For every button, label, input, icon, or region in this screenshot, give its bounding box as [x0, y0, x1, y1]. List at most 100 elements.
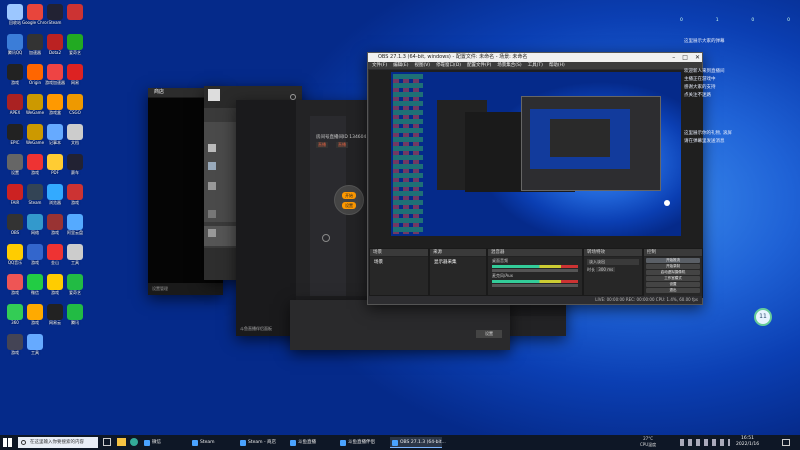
notification-center-icon[interactable] — [782, 439, 790, 446]
obs-window[interactable]: OBS 27.1.3 (64-bit, windows) - 配置文件: 未命名… — [367, 52, 703, 305]
desktop-icon[interactable]: 爱奇艺 — [62, 274, 88, 306]
weather-widget[interactable]: 11 — [754, 308, 772, 326]
minimize-icon[interactable]: – — [672, 54, 675, 61]
obs-preview[interactable] — [369, 70, 703, 248]
add-icon[interactable] — [322, 234, 330, 242]
desktop-icon[interactable] — [62, 4, 88, 36]
notification-line: 感谢大家的支持 — [684, 85, 716, 90]
app-icon — [47, 274, 63, 290]
app-icon — [7, 64, 23, 80]
app-icon — [27, 184, 43, 200]
volume-slider[interactable] — [492, 284, 578, 287]
app-icon — [67, 4, 83, 20]
desktop-icon[interactable]: 网易 — [62, 64, 88, 96]
avatar[interactable] — [208, 89, 220, 101]
taskbar-app[interactable]: Steam - 商店 — [238, 437, 286, 448]
desktop-icon[interactable]: 腾讯 — [62, 304, 88, 336]
control-button[interactable]: 退出 — [646, 288, 700, 293]
menu-item[interactable]: 场景集合(S) — [497, 63, 521, 68]
badge-row: 0 1 0 0 — [680, 18, 790, 23]
tray-icons[interactable] — [680, 439, 730, 446]
scene-item[interactable]: 场景 — [370, 257, 428, 267]
sources-dock: 来源 显示器采集 — [429, 248, 487, 296]
desktop-icon[interactable]: 工具 — [22, 334, 48, 366]
list-item[interactable] — [208, 144, 216, 152]
task-view-icon[interactable] — [103, 438, 111, 446]
taskbar-app[interactable]: 斗鱼直播伴侣 — [338, 437, 388, 448]
app-icon — [27, 244, 43, 260]
menu-item[interactable]: 配置文件(P) — [467, 63, 491, 68]
control-button[interactable]: 设置 — [646, 282, 700, 287]
list-item[interactable] — [208, 162, 216, 170]
control-button[interactable]: 工作室模式 — [646, 276, 700, 281]
search-input[interactable]: 在这里输入你要搜索的内容 — [18, 437, 98, 448]
list-item[interactable] — [208, 182, 216, 190]
control-button[interactable]: 启动虚拟摄像机 — [646, 270, 700, 275]
menu-item[interactable]: 停靠窗口(D) — [436, 63, 461, 68]
desktop-icon[interactable]: 文档 — [62, 124, 88, 156]
app-icon — [7, 244, 23, 260]
desktop-icon-label: 网易 — [71, 80, 79, 85]
app-icon — [47, 214, 63, 230]
menu-item[interactable]: 文件(F) — [372, 63, 387, 68]
app-icon — [67, 304, 83, 320]
stream-tag-1[interactable]: 直播 — [316, 142, 328, 148]
app-icon — [27, 214, 43, 230]
tray-temp-label: CPU温度 — [640, 442, 657, 447]
desktop-icon[interactable]: 阿里云盘 — [62, 214, 88, 246]
list-item[interactable] — [208, 229, 216, 237]
desktop-icon[interactable]: 游戏 — [62, 184, 88, 216]
app-icon — [67, 214, 83, 230]
control-button[interactable]: 开始录制 — [646, 264, 700, 269]
desktop-icon-label: 爱奇艺 — [69, 50, 81, 55]
confirm-button[interactable]: 设置 — [476, 330, 502, 338]
settings-button[interactable]: 设置 — [342, 202, 356, 209]
badge: 0 — [787, 18, 790, 23]
menu-item[interactable]: 编辑(E) — [393, 63, 408, 68]
file-explorer-icon[interactable] — [117, 438, 126, 446]
app-icon — [7, 124, 23, 140]
app-icon — [47, 64, 63, 80]
menu-item[interactable]: 工具(T) — [528, 63, 543, 68]
taskbar-app[interactable]: Steam — [190, 437, 236, 448]
start-live-widget[interactable]: 开始 设置 — [334, 185, 364, 215]
browser-icon[interactable] — [130, 438, 138, 446]
duration-label: 时长 — [587, 267, 595, 272]
tray-temp[interactable]: 27°C CPU温度 — [640, 436, 656, 448]
taskbar-app[interactable]: 微信 — [142, 437, 186, 448]
app-icon — [47, 184, 63, 200]
app-icon — [7, 304, 23, 320]
control-button[interactable]: 开始推流 — [646, 258, 700, 263]
menu-item[interactable]: 视图(V) — [414, 63, 430, 68]
start-button[interactable] — [3, 438, 12, 447]
stream-sidebar — [236, 100, 296, 336]
list-item[interactable] — [208, 210, 216, 218]
desktop-icon[interactable]: 爱奇艺 — [62, 34, 88, 66]
volume-slider[interactable] — [492, 269, 578, 272]
menu-item[interactable]: 帮助(H) — [549, 63, 565, 68]
app-icon — [7, 184, 23, 200]
app-icon — [67, 274, 83, 290]
app-icon — [47, 304, 63, 320]
notification-line: 点关注不迷路 — [684, 93, 711, 98]
stream-subwindow[interactable]: 设置 — [290, 300, 510, 350]
app-icon — [67, 64, 83, 80]
desktop-icon[interactable]: 赛车 — [62, 154, 88, 186]
taskbar-app-obs[interactable]: OBS 27.1.3 (64-bit... — [390, 437, 446, 448]
duration-input[interactable]: 300 ms — [596, 267, 616, 272]
transitions-dock: 转场特效 淡入淡出 时长 300 ms — [583, 248, 643, 296]
taskbar-app[interactable]: 斗鱼直播 — [288, 437, 336, 448]
desktop-icon-label: 工具 — [31, 350, 39, 355]
desktop-icon[interactable]: 工具 — [62, 244, 88, 276]
app-icon — [7, 334, 23, 350]
store-footer[interactable]: 设置管理 — [152, 286, 168, 292]
desktop-icon[interactable]: CSGO — [62, 94, 88, 126]
source-item[interactable]: 显示器采集 — [430, 257, 486, 267]
preview-window — [521, 96, 661, 191]
clock[interactable]: 16:51 2022/1/16 — [736, 436, 759, 448]
transition-select[interactable]: 淡入淡出 — [587, 259, 639, 265]
start-button[interactable]: 开始 — [342, 192, 356, 199]
app-icon — [67, 124, 83, 140]
notification-line: 主播正在游戏中 — [684, 77, 716, 82]
stream-tag-2[interactable]: 直播 — [336, 142, 348, 148]
